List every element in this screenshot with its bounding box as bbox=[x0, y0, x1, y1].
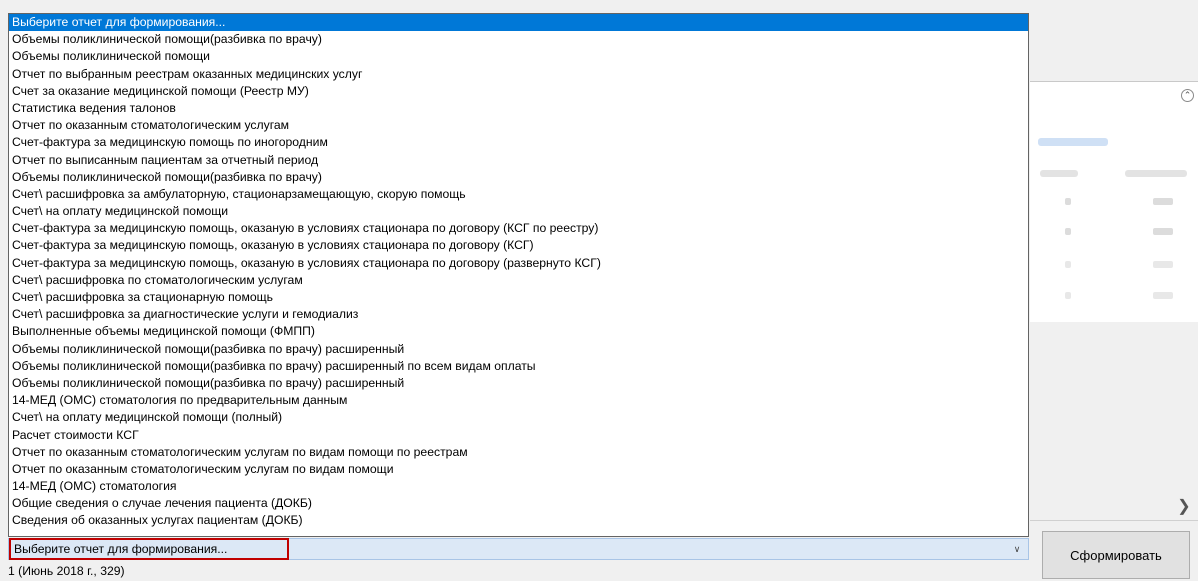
report-option[interactable]: Счет-фактура за медицинскую помощь, оказ… bbox=[9, 255, 1028, 272]
report-option[interactable]: Отчет по выписанным пациентам за отчетны… bbox=[9, 152, 1028, 169]
report-option[interactable]: Счет\ расшифровка за стационарную помощь bbox=[9, 289, 1028, 306]
report-option[interactable]: Выберите отчет для формирования... bbox=[9, 14, 1028, 32]
report-option[interactable]: Счет-фактура за медицинскую помощь, оказ… bbox=[9, 220, 1028, 237]
blurred-cell bbox=[1065, 261, 1071, 268]
report-option[interactable]: Отчет по оказанным стоматологическим усл… bbox=[9, 461, 1028, 478]
background-area bbox=[1030, 322, 1198, 492]
blurred-cell bbox=[1153, 228, 1173, 235]
report-option[interactable]: Статистика ведения талонов bbox=[9, 100, 1028, 117]
report-option[interactable]: Расчет стоимости КСГ bbox=[9, 427, 1028, 444]
report-option[interactable]: Общие сведения о случае лечения пациента… bbox=[9, 495, 1028, 512]
scroll-right-icon[interactable]: ❯ bbox=[1174, 497, 1194, 517]
report-option[interactable]: Сведения об оказанных услугах пациентам … bbox=[9, 512, 1028, 529]
report-option[interactable]: Объемы поликлинической помощи(разбивка п… bbox=[9, 341, 1028, 358]
report-option[interactable]: Объемы поликлинической помощи bbox=[9, 48, 1028, 65]
report-option[interactable]: Выполненные объемы медицинской помощи (Ф… bbox=[9, 323, 1028, 340]
period-status-text: 1 (Июнь 2018 г., 329) bbox=[8, 564, 125, 578]
report-option[interactable]: Счет за оказание медицинской помощи (Рее… bbox=[9, 83, 1028, 100]
report-option[interactable]: Объемы поликлинической помощи(разбивка п… bbox=[9, 375, 1028, 392]
report-option[interactable]: Счет\ на оплату медицинской помощи (полн… bbox=[9, 409, 1028, 426]
divider bbox=[1030, 520, 1198, 521]
blurred-link bbox=[1038, 138, 1108, 146]
report-option[interactable]: Объемы поликлинической помощи(разбивка п… bbox=[9, 358, 1028, 375]
chevron-down-icon[interactable]: ∨ bbox=[1010, 539, 1024, 559]
report-option[interactable]: Счет\ на оплату медицинской помощи bbox=[9, 203, 1028, 220]
report-select[interactable]: Выберите отчет для формирования... ∨ bbox=[8, 538, 1029, 560]
blurred-cell bbox=[1153, 292, 1173, 299]
report-option[interactable]: 14-МЕД (ОМС) стоматология bbox=[9, 478, 1028, 495]
blurred-cell bbox=[1065, 228, 1071, 235]
blurred-cell bbox=[1153, 198, 1173, 205]
report-option[interactable]: Объемы поликлинической помощи(разбивка п… bbox=[9, 31, 1028, 48]
report-option[interactable]: Счет-фактура за медицинскую помощь по ин… bbox=[9, 134, 1028, 151]
report-option[interactable]: Счет\ расшифровка за амбулаторную, стаци… bbox=[9, 186, 1028, 203]
report-option[interactable]: Счет\ расшифровка за диагностические усл… bbox=[9, 306, 1028, 323]
report-select-value[interactable]: Выберите отчет для формирования... bbox=[9, 538, 289, 560]
blurred-cell bbox=[1065, 198, 1071, 205]
report-option[interactable]: Счет\ расшифровка по стоматологическим у… bbox=[9, 272, 1028, 289]
collapse-icon[interactable]: ⌃ bbox=[1181, 89, 1194, 102]
blurred-cell bbox=[1065, 292, 1071, 299]
blurred-cell bbox=[1153, 261, 1173, 268]
report-option[interactable]: Отчет по оказанным стоматологическим усл… bbox=[9, 117, 1028, 134]
report-option[interactable]: Объемы поликлинической помощи(разбивка п… bbox=[9, 169, 1028, 186]
report-dropdown-list[interactable]: Выберите отчет для формирования... Объемы… bbox=[8, 13, 1029, 537]
report-option[interactable]: Отчет по выбранным реестрам оказанных ме… bbox=[9, 66, 1028, 83]
report-option[interactable]: Отчет по оказанным стоматологическим усл… bbox=[9, 444, 1028, 461]
report-option[interactable]: Счет-фактура за медицинскую помощь, оказ… bbox=[9, 237, 1028, 254]
report-option[interactable]: 14-МЕД (ОМС) стоматология по предварител… bbox=[9, 392, 1028, 409]
blurred-column-header bbox=[1125, 170, 1187, 177]
blurred-column-header bbox=[1040, 170, 1078, 177]
generate-report-button[interactable]: Сформировать bbox=[1042, 531, 1190, 579]
